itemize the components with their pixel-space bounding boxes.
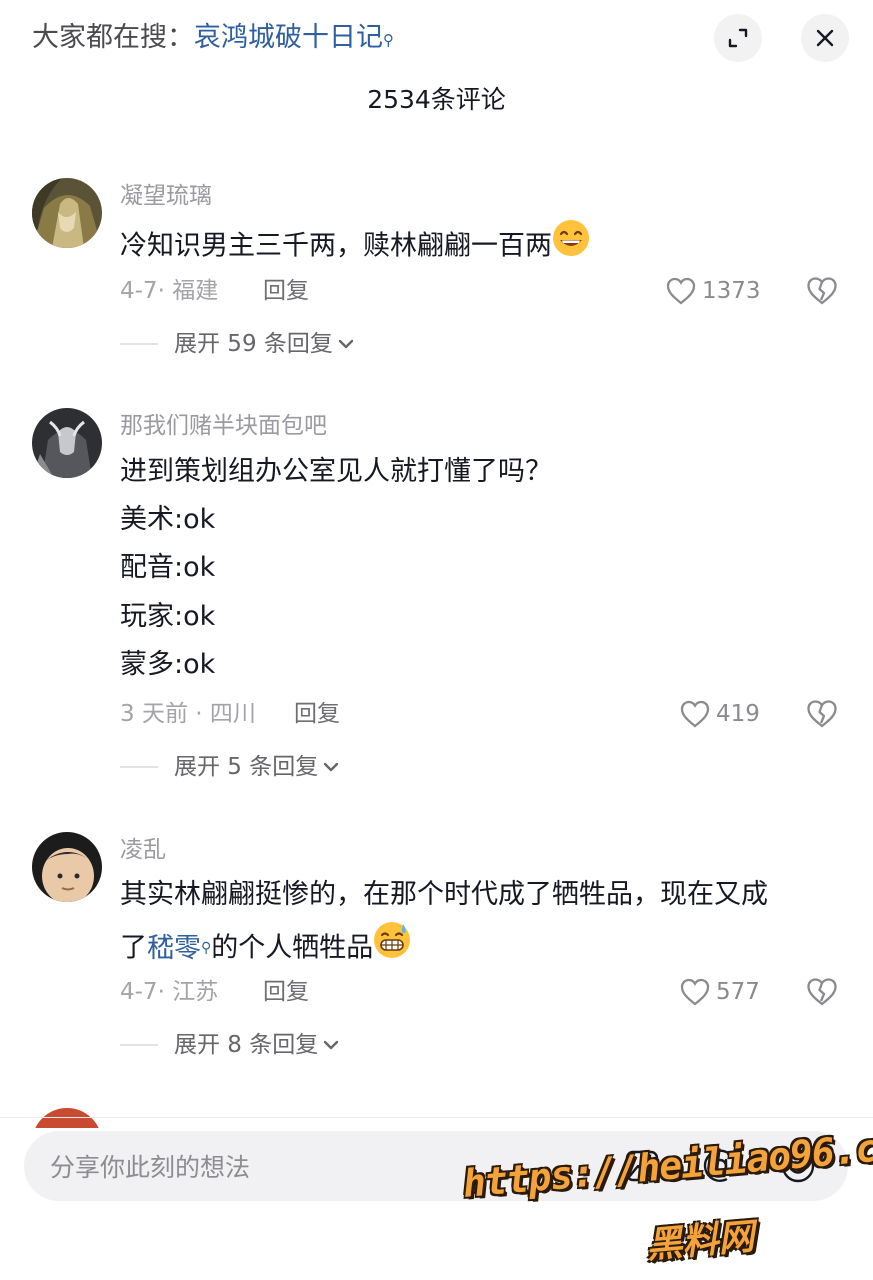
- comment-text-line: 了嵇零⚲的个人牺牲品: [120, 921, 411, 974]
- expand-icon: [728, 28, 748, 48]
- like-count: 577: [716, 979, 760, 1005]
- divider: [120, 1044, 158, 1046]
- avatar[interactable]: [32, 1108, 102, 1128]
- like-button[interactable]: 419: [680, 699, 760, 729]
- avatar[interactable]: [32, 178, 102, 248]
- watermark-site-name: 黑料网: [644, 1216, 756, 1267]
- comment-text-line: 美术:ok: [120, 504, 216, 535]
- search-icon: ⚲: [383, 31, 394, 49]
- divider: [120, 766, 158, 768]
- dislike-button[interactable]: [806, 977, 838, 1011]
- dislike-button[interactable]: [806, 699, 838, 733]
- avatar[interactable]: [32, 408, 102, 478]
- trending-search-bar[interactable]: 大家都在搜：哀鸿城破十日记⚲: [32, 18, 394, 58]
- comment-count-title: 2534条评论: [367, 85, 506, 114]
- like-button[interactable]: 1373: [666, 276, 761, 306]
- avatar[interactable]: [32, 832, 102, 902]
- reply-button[interactable]: 回复: [294, 699, 340, 729]
- dislike-button[interactable]: [806, 276, 838, 310]
- comment-meta: 3 天前 · 四川: [120, 701, 256, 727]
- broken-heart-icon: [807, 277, 837, 305]
- heart-icon: [680, 700, 710, 728]
- expand-replies-label: 展开 8 条回复: [174, 1032, 319, 1058]
- comment-text-line: 其实林翩翩挺惨的，在那个时代成了牺牲品，现在又成: [120, 879, 768, 910]
- comment-text: 冷知识男主三千两，赎林翩翩一百两: [120, 219, 590, 272]
- expand-button[interactable]: [714, 14, 762, 62]
- heart-icon: [680, 978, 710, 1006]
- close-button[interactable]: [801, 14, 849, 62]
- broken-heart-icon: [807, 978, 837, 1006]
- expand-replies-label: 展开 59 条回复: [174, 331, 333, 357]
- chevron-down-icon: [324, 1040, 339, 1050]
- comment-text-line: 蒙多:ok: [120, 649, 216, 680]
- divider: [120, 343, 158, 345]
- trending-search-label: 大家都在搜：: [32, 22, 194, 53]
- expand-replies-button[interactable]: 展开 8 条回复: [120, 1030, 342, 1060]
- keyword-link[interactable]: 嵇零⚲: [147, 933, 211, 964]
- comment-meta: 4-7· 江苏: [120, 979, 219, 1005]
- comment-text-line: 进到策划组办公室见人就打懂了吗？: [120, 456, 552, 487]
- expand-replies-label: 展开 5 条回复: [174, 754, 319, 780]
- like-count: 1373: [702, 278, 761, 304]
- expand-replies-button[interactable]: 展开 5 条回复: [120, 752, 342, 782]
- comment-username[interactable]: 那我们赌半块面包吧: [120, 411, 327, 441]
- heart-icon: [666, 277, 696, 305]
- grinning-emoji-icon: [552, 219, 590, 269]
- divider: [0, 1117, 873, 1118]
- broken-heart-icon: [807, 700, 837, 728]
- search-icon: ⚲: [201, 940, 212, 956]
- comment-username[interactable]: 凝望琉璃: [120, 181, 212, 211]
- comment-text-line: 玩家:ok: [120, 601, 216, 632]
- like-button[interactable]: 577: [680, 977, 760, 1007]
- expand-replies-button[interactable]: 展开 59 条回复: [120, 329, 357, 359]
- grimacing-sweat-emoji-icon: [373, 921, 411, 971]
- reply-button[interactable]: 回复: [263, 977, 309, 1007]
- reply-button[interactable]: 回复: [263, 276, 309, 306]
- chevron-down-icon: [324, 762, 339, 772]
- like-count: 419: [716, 701, 760, 727]
- comment-text-line: 配音:ok: [120, 552, 216, 583]
- comment-username[interactable]: 凌乱: [120, 835, 166, 865]
- close-icon: [816, 29, 834, 47]
- comment-meta: 4-7· 福建: [120, 278, 219, 304]
- chevron-down-icon: [338, 339, 354, 349]
- trending-search-keyword[interactable]: 哀鸿城破十日记: [194, 22, 383, 53]
